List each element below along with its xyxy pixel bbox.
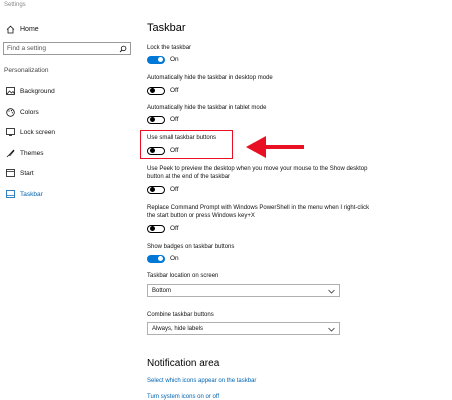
taskbar-icon (5, 189, 15, 199)
toggle-state-text: Off (170, 116, 179, 123)
link-system-icons[interactable]: Turn system icons on or off (147, 394, 219, 400)
setting-label-lock-taskbar: Lock the taskbar (147, 45, 192, 51)
window-title: Settings (4, 2, 26, 8)
red-arrow-icon (246, 136, 304, 158)
sidebar-item-lock-screen[interactable]: Lock screen (5, 126, 55, 138)
sidebar-item-start[interactable]: Start (5, 167, 34, 179)
toggle-row-peek: Off (147, 185, 179, 194)
search-box[interactable] (3, 42, 131, 55)
toggle-knob (149, 187, 155, 192)
toggle-row-autohide-desktop: Off (147, 86, 179, 95)
toggle-lock-taskbar[interactable] (147, 55, 165, 64)
toggle-row-badges: On (147, 254, 179, 263)
setting-label-combine: Combine taskbar buttons (147, 312, 214, 318)
toggle-state-text: Off (170, 225, 179, 232)
toggle-knob (149, 117, 155, 122)
lock-screen-icon (5, 127, 15, 137)
nav-home[interactable]: Home (5, 23, 39, 35)
sidebar-item-themes[interactable]: Themes (5, 147, 43, 159)
toggle-knob (149, 226, 155, 231)
combine-dropdown-value: Always, hide labels (152, 325, 204, 332)
highlight-box (140, 130, 233, 159)
section-label-personalization: Personalization (4, 67, 49, 74)
chevron-down-icon (327, 287, 335, 295)
toggle-knob (158, 256, 163, 261)
search-input[interactable] (4, 45, 114, 52)
sidebar-item-label: Themes (20, 149, 44, 157)
home-icon (5, 24, 15, 34)
toggle-autohide-tablet[interactable] (147, 115, 165, 124)
location-dropdown-value: Bottom (152, 287, 172, 294)
main-content: Taskbar Lock the taskbar On Automaticall… (147, 0, 452, 400)
setting-label-location: Taskbar location on screen (147, 273, 219, 279)
picture-icon (5, 86, 15, 96)
page-title: Taskbar (147, 22, 186, 34)
toggle-row-autohide-tablet: Off (147, 115, 179, 124)
toggle-peek[interactable] (147, 185, 165, 194)
sidebar-item-taskbar[interactable]: Taskbar (5, 188, 43, 200)
brush-icon (5, 148, 15, 158)
toggle-state-text: Off (170, 87, 179, 94)
sidebar-item-colors[interactable]: Colors (5, 106, 39, 118)
nav-home-label: Home (20, 25, 39, 33)
link-select-icons[interactable]: Select which icons appear on the taskbar (147, 378, 256, 384)
toggle-powershell[interactable] (147, 224, 165, 233)
section-title-notification-area: Notification area (147, 358, 220, 369)
toggle-state-text: On (170, 255, 179, 262)
sidebar-item-label: Colors (20, 108, 39, 116)
toggle-badges[interactable] (147, 254, 165, 263)
palette-icon (5, 107, 15, 117)
setting-label-powershell: Replace Command Prompt with Windows Powe… (147, 205, 370, 219)
toggle-knob (149, 88, 155, 93)
sidebar-item-label: Background (20, 87, 55, 95)
toggle-state-text: On (170, 56, 179, 63)
sidebar-item-label: Taskbar (20, 190, 43, 198)
toggle-row-powershell: Off (147, 224, 179, 233)
chevron-down-icon (327, 325, 335, 333)
toggle-knob (158, 57, 163, 62)
setting-label-autohide-desktop: Automatically hide the taskbar in deskto… (147, 75, 273, 81)
setting-label-badges: Show badges on taskbar buttons (147, 244, 235, 250)
location-dropdown[interactable]: Bottom (147, 284, 340, 297)
search-icon[interactable] (118, 44, 128, 54)
sidebar: Home Personalization Background Colors L… (0, 12, 138, 400)
setting-label-autohide-tablet: Automatically hide the taskbar in tablet… (147, 105, 267, 111)
toggle-row-lock-taskbar: On (147, 55, 179, 64)
toggle-state-text: Off (170, 186, 179, 193)
combine-dropdown[interactable]: Always, hide labels (147, 322, 340, 335)
sidebar-item-label: Start (20, 169, 34, 177)
start-icon (5, 168, 15, 178)
sidebar-item-label: Lock screen (20, 128, 56, 136)
sidebar-item-background[interactable]: Background (5, 85, 55, 97)
toggle-autohide-desktop[interactable] (147, 86, 165, 95)
setting-label-peek: Use Peek to preview the desktop when you… (147, 166, 368, 180)
